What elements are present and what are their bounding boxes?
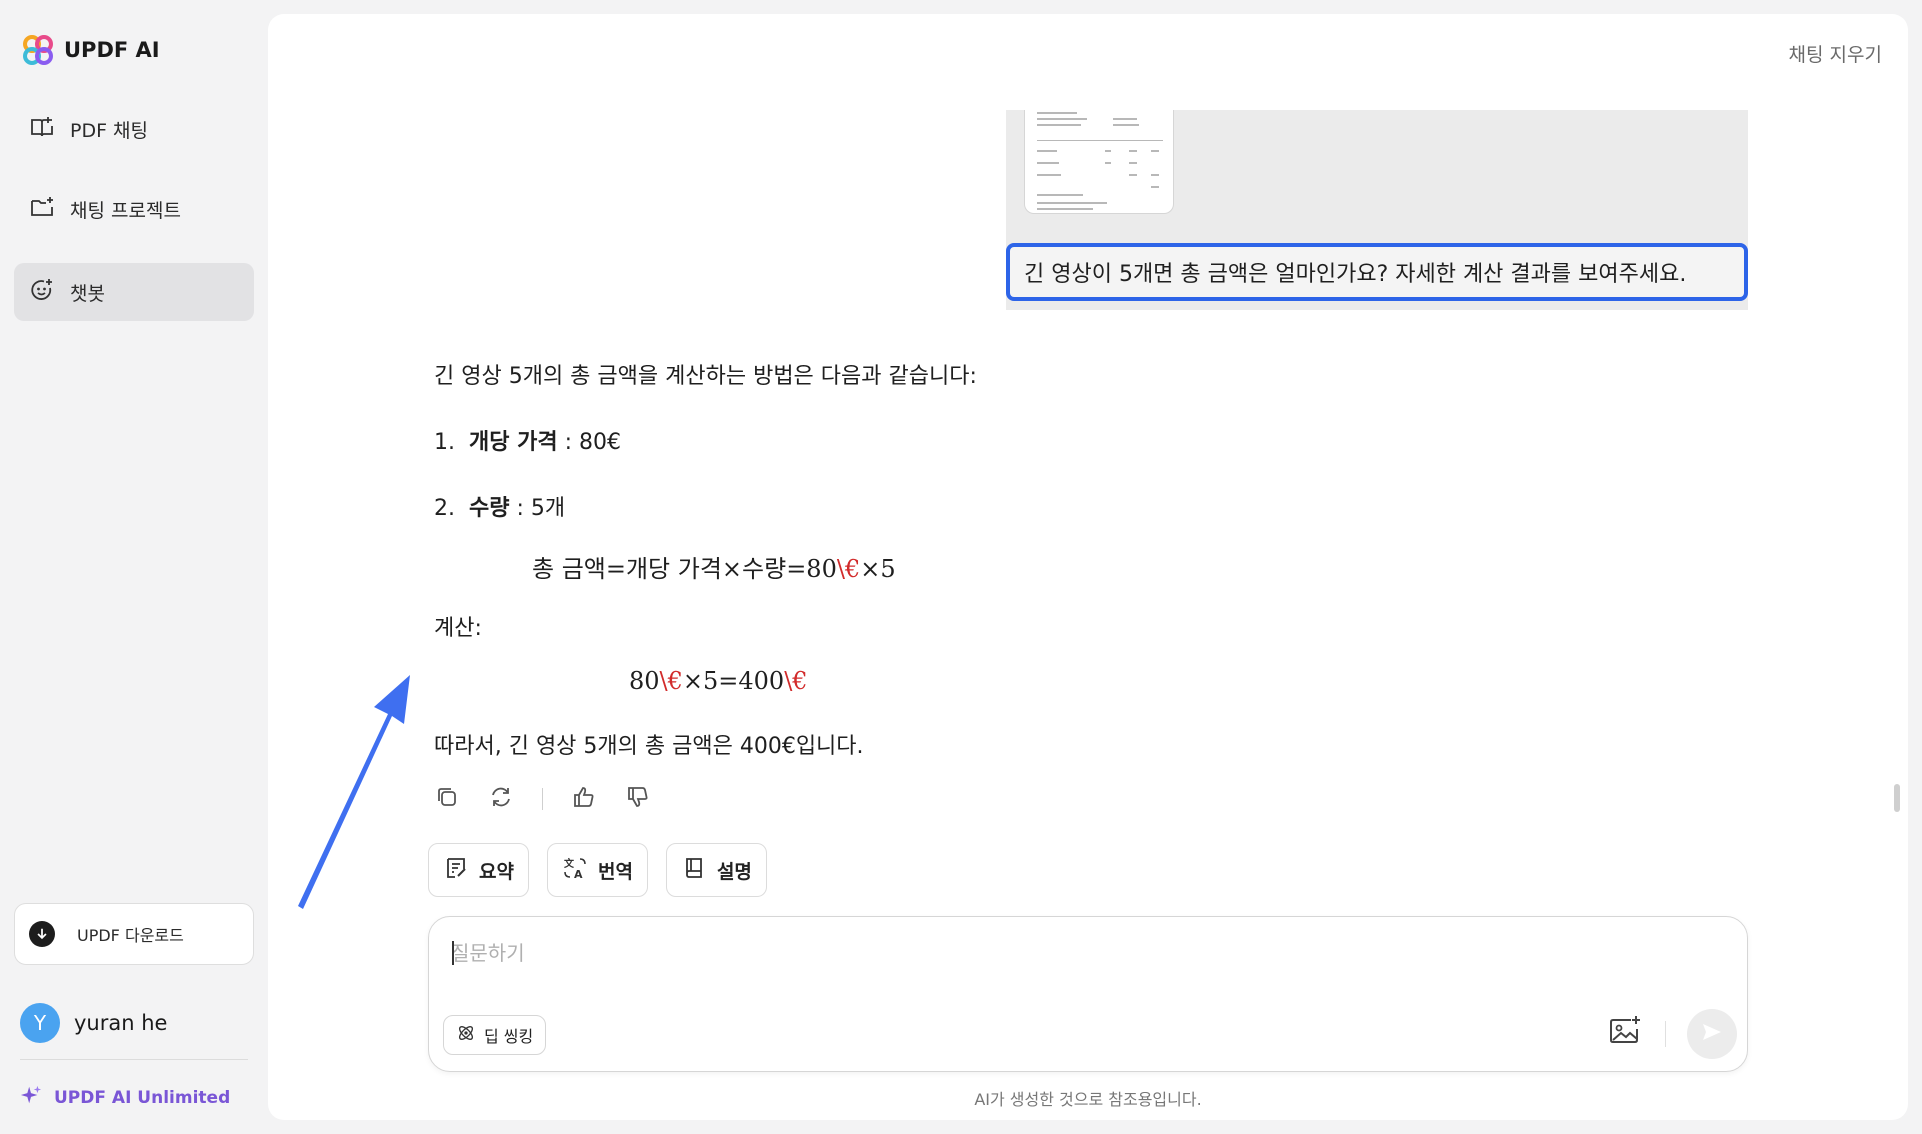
formula-text: ×5=400	[682, 667, 785, 695]
formula-error-token: \€	[784, 667, 808, 695]
answer-conclusion: 따라서, 긴 영상 5개의 총 금액은 400€입니다.	[434, 734, 864, 759]
translate-label: 번역	[597, 860, 633, 883]
formula-text: 총 금액=개당 가격×수량=80	[532, 555, 837, 583]
list-item-term: 개당 가격	[469, 430, 558, 455]
formula-total: 총 금액=개당 가격×수량=80\€×5	[532, 549, 896, 584]
user-profile[interactable]: Y yuran he	[20, 1003, 167, 1043]
list-item-value: : 5개	[509, 496, 566, 521]
divider	[542, 788, 543, 810]
updf-logo-icon	[22, 34, 54, 66]
copy-icon[interactable]	[434, 784, 460, 814]
sidebar-item-label: 챗봇	[70, 282, 105, 305]
clear-chat-button[interactable]: 채팅 지우기	[1789, 40, 1882, 67]
user-name: yuran he	[74, 1011, 168, 1035]
summarize-label: 요약	[479, 860, 514, 883]
folder-plus-icon	[28, 193, 56, 226]
ai-disclaimer: AI가 생성한 것으로 참조용입니다.	[974, 1090, 1202, 1109]
plan-label: UPDF AI Unlimited	[54, 1087, 231, 1108]
download-icon	[29, 921, 55, 947]
atom-icon	[456, 1023, 476, 1047]
download-label: UPDF 다운로드	[77, 926, 184, 945]
send-icon	[1700, 1020, 1724, 1048]
list-number: 1.	[434, 430, 455, 455]
explain-label: 설명	[716, 860, 752, 883]
thumbs-down-icon[interactable]	[625, 784, 651, 814]
user-question-text: 긴 영상이 5개면 총 금액은 얼마인가요? 자세한 계산 결과를 보여주세요.	[1006, 243, 1748, 301]
formula-text: ×5	[860, 555, 896, 583]
plan-link[interactable]: UPDF AI Unlimited	[20, 1084, 230, 1111]
calc-label: 계산:	[434, 616, 482, 641]
attached-document-thumbnail[interactable]	[1024, 110, 1174, 214]
svg-text:A: A	[574, 868, 583, 881]
sidebar-item-chat-projects[interactable]: 채팅 프로젝트	[14, 180, 254, 238]
regenerate-icon[interactable]	[488, 784, 514, 814]
send-button[interactable]	[1687, 1009, 1737, 1059]
book-icon	[681, 855, 707, 886]
list-item-value: : 80€	[557, 430, 622, 455]
chat-panel: 채팅 지우기 긴 영상이 5개면 총 금액은 얼마인가요? 자세한 계산 결과를…	[268, 14, 1908, 1120]
quick-actions: 요약 文A 번역 설명	[428, 843, 767, 897]
thumbs-up-icon[interactable]	[571, 784, 597, 814]
book-chat-icon	[28, 113, 56, 146]
avatar: Y	[20, 1003, 60, 1043]
sidebar-item-pdf-chat[interactable]: PDF 채팅	[14, 100, 254, 158]
sidebar-item-chatbot[interactable]: 챗봇	[14, 263, 254, 321]
app-name: UPDF AI	[64, 38, 160, 62]
scrollbar-thumb[interactable]	[1894, 784, 1900, 812]
sparkle-icon	[20, 1084, 42, 1111]
formula-error-token: \€	[836, 555, 861, 583]
formula-calc: 80\€×5=400\€	[629, 667, 808, 695]
image-upload-icon[interactable]	[1607, 1013, 1643, 1049]
list-item-term: 수량	[469, 496, 510, 521]
download-updf-button[interactable]: UPDF 다운로드	[14, 903, 254, 965]
answer-list-item: 1. 개당 가격 : 80€	[434, 424, 621, 456]
divider	[1665, 1021, 1666, 1047]
explain-button[interactable]: 설명	[665, 843, 767, 897]
app-logo[interactable]: UPDF AI	[22, 34, 160, 66]
summary-icon	[443, 855, 469, 886]
translate-icon: 文A	[562, 855, 588, 886]
deep-think-label: 딥 씽킹	[484, 1027, 534, 1046]
message-actions	[434, 784, 651, 814]
deep-think-toggle[interactable]: 딥 씽킹	[443, 1015, 547, 1055]
question-input[interactable]	[451, 935, 1651, 971]
formula-error-token: \€	[659, 667, 683, 695]
sidebar-item-label: PDF 채팅	[70, 119, 149, 142]
answer-list-item: 2. 수량 : 5개	[434, 490, 565, 522]
answer-intro: 긴 영상 5개의 총 금액을 계산하는 방법은 다음과 같습니다:	[434, 364, 977, 389]
bot-face-icon	[28, 276, 56, 309]
sidebar: UPDF AI PDF 채팅 채팅 프로젝트 챗봇 UPDF 다운로드 Y yu…	[0, 0, 268, 1134]
text-caret	[452, 941, 454, 965]
translate-button[interactable]: 文A 번역	[546, 843, 648, 897]
divider	[20, 1059, 248, 1060]
formula-text: 80	[629, 667, 660, 695]
list-number: 2.	[434, 496, 455, 521]
sidebar-item-label: 채팅 프로젝트	[70, 199, 181, 222]
summarize-button[interactable]: 요약	[428, 843, 529, 897]
chat-input-box: 딥 씽킹	[428, 916, 1748, 1072]
